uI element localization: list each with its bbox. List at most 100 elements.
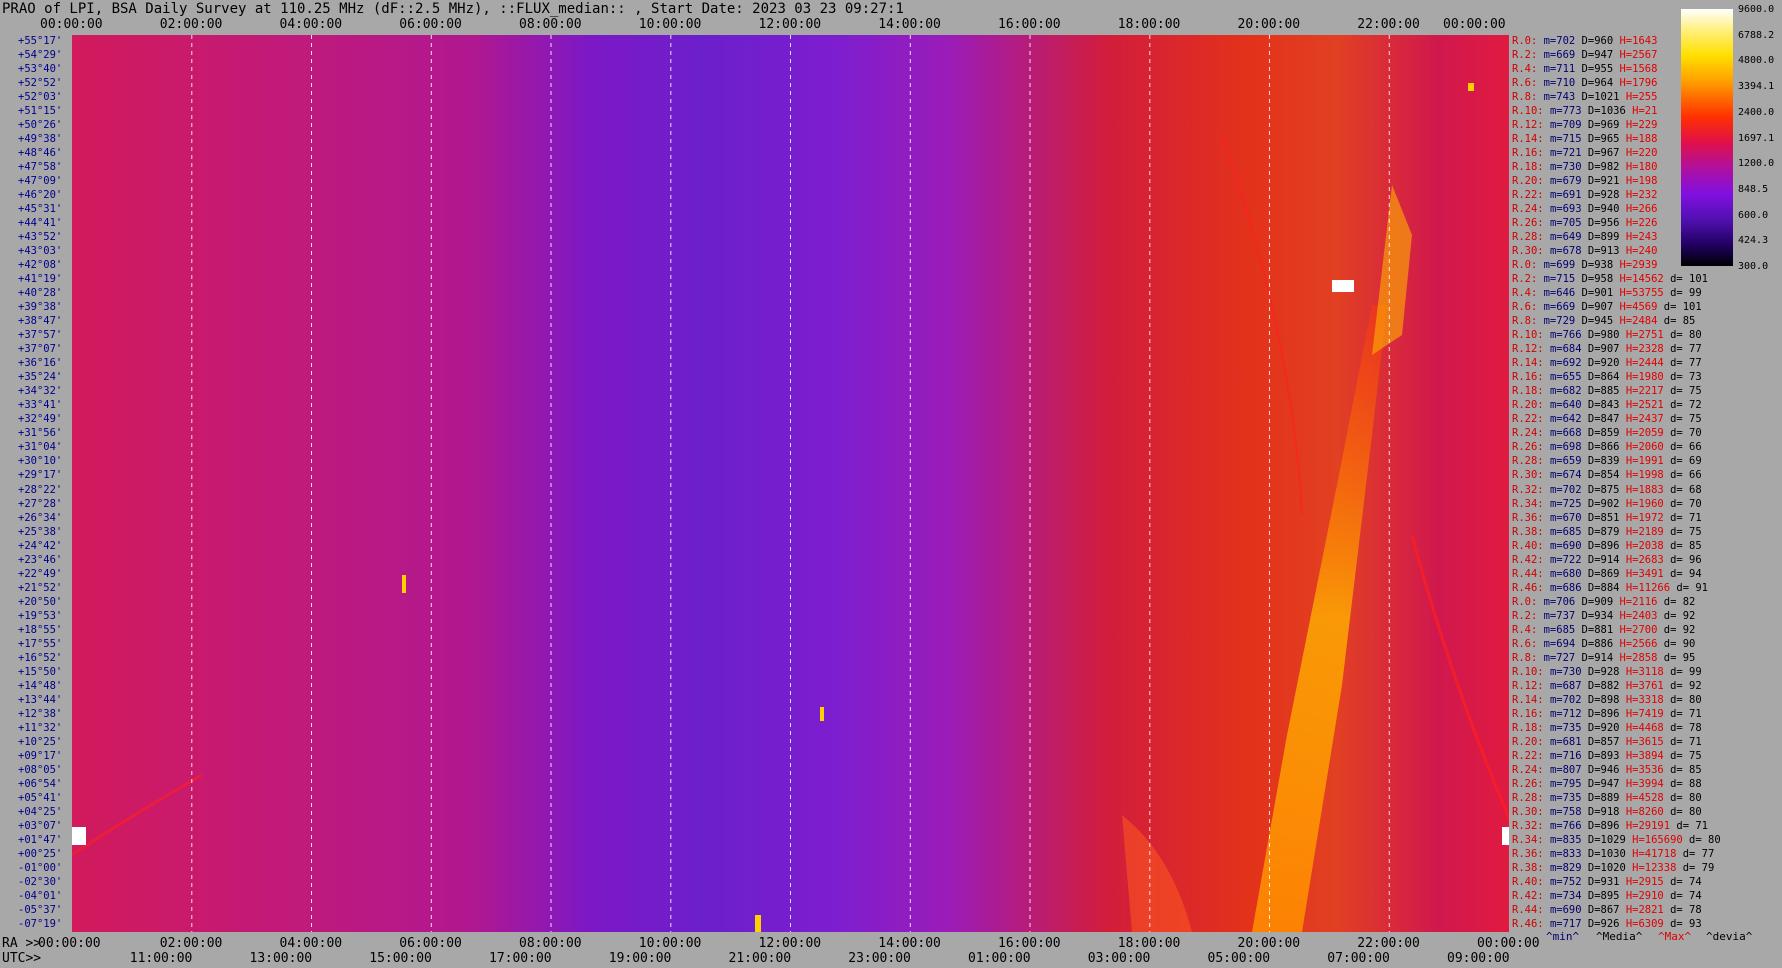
stat-r: R.2:	[1512, 273, 1544, 286]
stat-r: R.16:	[1512, 707, 1550, 720]
utc-tick-label: 16:00:00	[998, 17, 1061, 32]
utc-bottom-tick-label: 17:00:00	[489, 951, 552, 966]
stat-h: H=2403	[1619, 609, 1664, 622]
stat-m: m=730	[1549, 161, 1588, 174]
stat-m: m=715	[1543, 273, 1582, 286]
stat-m: m=699	[1543, 259, 1582, 272]
stat-d: D=857	[1587, 735, 1626, 748]
stat-m: m=640	[1549, 399, 1588, 412]
stat-dv: d= 99	[1670, 665, 1709, 678]
stat-m: m=659	[1549, 455, 1588, 468]
utc-tick-label: 18:00:00	[1117, 17, 1181, 32]
stat-h: H=229	[1625, 119, 1664, 132]
ra-tick-label: 00:00:00	[1477, 936, 1540, 951]
stat-r: R.14:	[1512, 357, 1550, 370]
stat-m: m=698	[1549, 441, 1588, 454]
stat-row: R.2: m=737 D=934 H=2403 d= 92	[1512, 610, 1702, 622]
stat-d: D=960	[1581, 35, 1620, 47]
stat-r: R.30:	[1512, 245, 1550, 258]
stat-h: H=180	[1625, 161, 1664, 174]
declination-label: +38°47'	[18, 315, 63, 328]
stat-r: R.24:	[1512, 763, 1550, 776]
stat-m: m=668	[1549, 427, 1588, 440]
stat-m: m=694	[1543, 637, 1582, 650]
stat-dv: d= 101	[1670, 273, 1715, 286]
stat-d: D=1021	[1581, 91, 1626, 104]
stat-row: R.18: m=735 D=920 H=4468 d= 78	[1512, 722, 1708, 734]
utc-tick-label: 00:00:00	[1443, 17, 1506, 32]
stat-row: R.28: m=649 D=899 H=243	[1512, 231, 1664, 243]
stat-r: R.12:	[1512, 343, 1550, 356]
stat-r: R.28:	[1512, 231, 1550, 244]
stat-row: R.20: m=681 D=857 H=3615 d= 71	[1512, 736, 1708, 748]
stat-h: H=1972	[1625, 511, 1671, 524]
stat-r: R.28:	[1512, 455, 1550, 468]
stat-m: m=717	[1549, 917, 1588, 930]
stat-h: H=53755	[1619, 287, 1671, 300]
declination-label: +41°19'	[18, 273, 63, 286]
stat-r: R.0:	[1512, 35, 1544, 47]
stat-dv: d= 71	[1670, 707, 1709, 720]
declination-label: +28°22'	[18, 483, 63, 496]
declination-label: +06°54'	[18, 777, 63, 790]
stat-dv: d= 75	[1670, 525, 1709, 538]
stat-d: D=964	[1581, 77, 1620, 90]
stat-d: D=967	[1587, 147, 1626, 160]
stat-m: m=685	[1543, 623, 1582, 636]
stat-d: D=1020	[1587, 861, 1633, 874]
declination-label: +05°41'	[18, 791, 63, 804]
stat-h: H=1960	[1625, 497, 1671, 510]
stat-h: H=2910	[1625, 889, 1671, 902]
stat-d: D=947	[1581, 49, 1620, 62]
stat-d: D=843	[1587, 399, 1626, 412]
arc-line	[1221, 134, 1303, 516]
stat-dv: d= 95	[1663, 651, 1702, 664]
stat-d: D=839	[1587, 455, 1626, 468]
stat-r: R.28:	[1512, 791, 1550, 804]
utc-tick-label: 10:00:00	[638, 17, 702, 32]
utc-tick-label: 20:00:00	[1237, 17, 1301, 32]
stat-r: R.6:	[1512, 301, 1544, 314]
stat-h: H=2939	[1619, 259, 1664, 272]
stat-m: m=693	[1549, 203, 1588, 216]
stat-h: H=2437	[1625, 413, 1671, 426]
stat-m: m=773	[1549, 105, 1588, 118]
stat-dv: d= 93	[1670, 917, 1709, 930]
declination-label: +55°17'	[18, 35, 63, 47]
stat-r: R.22:	[1512, 749, 1550, 762]
colorbar-tick: 300.0	[1738, 261, 1769, 272]
stat-dv: d= 90	[1663, 637, 1702, 650]
stat-row: R.40: m=690 D=896 H=2038 d= 85	[1512, 540, 1708, 552]
declination-label: +54°29'	[18, 49, 63, 62]
bright-spot	[755, 915, 761, 932]
stat-h: H=2567	[1619, 49, 1664, 62]
stat-d: D=913	[1587, 245, 1626, 258]
stat-r: R.12:	[1512, 679, 1550, 692]
stat-h: H=198	[1625, 175, 1664, 188]
stat-d: D=851	[1587, 511, 1626, 524]
stat-row: R.28: m=659 D=839 H=1991 d= 69	[1512, 455, 1708, 467]
declination-label: +47°58'	[18, 161, 63, 174]
stat-r: R.24:	[1512, 427, 1550, 440]
stat-dv: d= 78	[1670, 903, 1709, 916]
stat-h: H=232	[1625, 189, 1664, 202]
stat-m: m=682	[1549, 385, 1588, 398]
stat-m: m=807	[1549, 763, 1588, 776]
declination-label: +49°38'	[18, 133, 63, 146]
stat-m: m=642	[1549, 413, 1588, 426]
stat-m: m=706	[1543, 595, 1582, 608]
stat-dv: d= 77	[1682, 847, 1721, 860]
stat-m: m=649	[1549, 231, 1588, 244]
stat-r: R.26:	[1512, 441, 1550, 454]
stat-m: m=692	[1549, 357, 1588, 370]
declination-label: +30°10'	[18, 455, 63, 468]
stat-h: H=2821	[1625, 903, 1671, 916]
stat-h: H=3318	[1625, 693, 1671, 706]
declination-label: +52°52'	[18, 77, 63, 90]
stat-m: m=709	[1549, 119, 1588, 132]
stat-h: H=165690	[1632, 833, 1690, 846]
stat-d: D=931	[1587, 875, 1626, 888]
stat-d: D=854	[1587, 469, 1626, 482]
stat-row: R.20: m=640 D=843 H=2521 d= 72	[1512, 399, 1708, 411]
stat-d: D=879	[1587, 525, 1626, 538]
